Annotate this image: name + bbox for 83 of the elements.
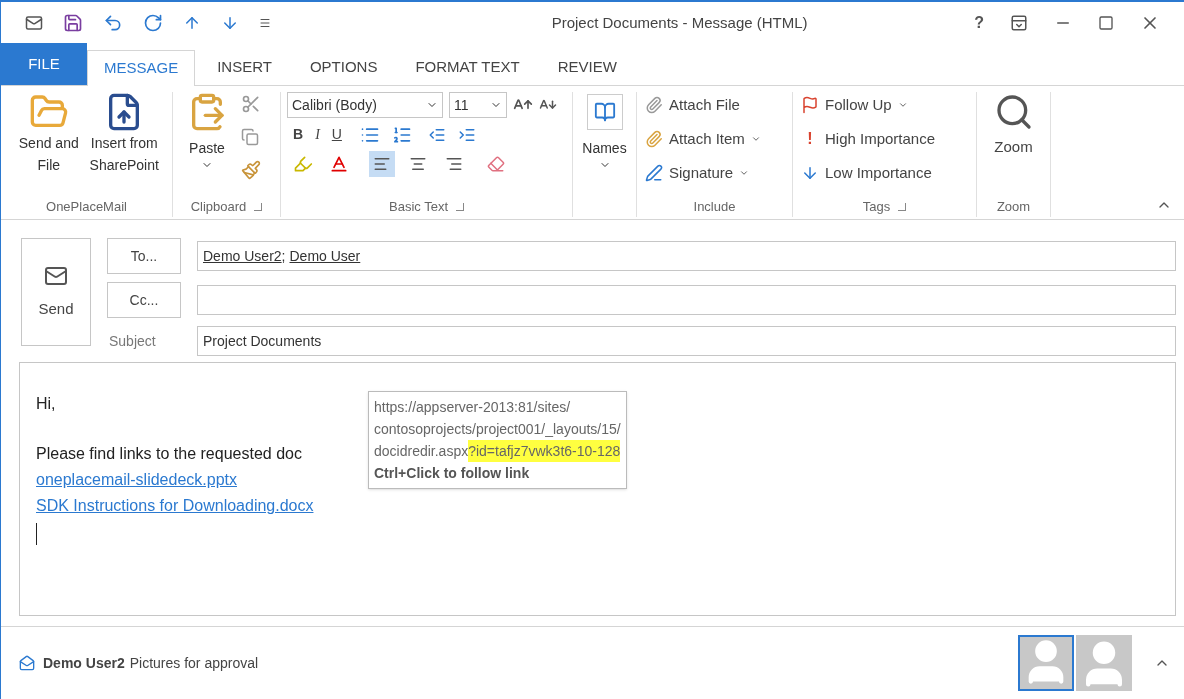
bold-button[interactable]: B: [293, 124, 304, 145]
recipient-name[interactable]: Demo User: [289, 245, 361, 267]
paperclip-icon: [645, 96, 663, 114]
redo-icon[interactable]: [143, 13, 163, 33]
insert-from-sharepoint-button[interactable]: Insert from SharePoint: [88, 92, 160, 197]
attach-item-icon: [645, 130, 663, 148]
message-icon[interactable]: [25, 14, 43, 32]
recipient-name[interactable]: Demo User2: [203, 245, 282, 267]
italic-button[interactable]: I: [315, 124, 320, 145]
subject-field[interactable]: Project Documents: [197, 326, 1176, 356]
clear-formatting-icon[interactable]: [487, 155, 505, 173]
zoom-button[interactable]: Zoom: [977, 92, 1050, 197]
group-label: OnePlaceMail: [46, 198, 127, 217]
ribbon-tab[interactable]: INSERT: [201, 49, 288, 85]
undo-icon[interactable]: [103, 13, 123, 33]
names-button[interactable]: Names: [573, 92, 636, 197]
include-item[interactable]: Attach Item: [645, 126, 784, 152]
address-book-icon: [593, 101, 616, 123]
highlighted-url-text: ?id=tafjz7vwk3t6-10-128: [468, 440, 621, 462]
help-button[interactable]: ?: [974, 11, 984, 35]
text-cursor: [36, 523, 37, 545]
dialog-launcher-icon[interactable]: [898, 203, 907, 211]
tag-item[interactable]: Low Importance: [801, 160, 968, 186]
message-subject: Pictures for approval: [129, 653, 259, 673]
sender-name: Demo User2: [43, 653, 125, 673]
group-label: Include: [693, 198, 736, 217]
greeting-text: Hi,: [36, 394, 56, 414]
body-text: Please find links to the requested doc: [36, 444, 302, 464]
group-label: Zoom: [996, 198, 1031, 217]
tooltip-url-text: contosoprojects/project001/_layouts/15/: [374, 420, 621, 439]
send-and-file-button[interactable]: Send and File: [13, 92, 85, 197]
separator: ;: [281, 246, 286, 266]
flag-icon: [801, 96, 819, 114]
ribbon-tab[interactable]: MESSAGE: [87, 50, 196, 86]
cc-button[interactable]: Cc...: [107, 282, 181, 318]
document-link[interactable]: oneplacemail-slidedeck.pptx: [36, 471, 237, 488]
cc-field[interactable]: [197, 285, 1176, 315]
window-title: Project Documents - Message (HTML): [551, 12, 808, 33]
alignment-icon: [373, 155, 391, 173]
group-label: Clipboard: [190, 198, 247, 217]
font-name-field[interactable]: Calibri (Body): [287, 92, 443, 118]
ribbon-tab[interactable]: FORMAT TEXT: [399, 49, 536, 85]
tooltip-hint: Ctrl+Click to follow link: [374, 464, 531, 483]
to-button[interactable]: To...: [107, 238, 181, 274]
ribbon-tab[interactable]: OPTIONS: [293, 49, 394, 85]
exclamation-icon: !: [801, 127, 819, 151]
alignment-icon: [409, 155, 427, 173]
envelope-icon: [19, 655, 35, 671]
paste-button[interactable]: Paste: [183, 92, 231, 197]
align-left-button[interactable]: [369, 151, 395, 177]
tag-item[interactable]: ! High Importance: [801, 126, 968, 152]
dialog-launcher-icon[interactable]: [456, 203, 464, 211]
document-link[interactable]: SDK Instructions for Downloading.docx: [36, 497, 314, 514]
font-color-icon[interactable]: [329, 154, 349, 174]
maximize-icon[interactable]: [1098, 15, 1114, 31]
tooltip-url-text: https://appserver-2013:81/sites/: [374, 398, 572, 417]
dropdown-caret-icon: [739, 168, 750, 178]
signature-icon: [645, 164, 663, 182]
include-item[interactable]: Signature: [645, 160, 784, 186]
underline-button[interactable]: U: [331, 124, 342, 145]
file-tab[interactable]: FILE: [1, 43, 87, 85]
group-label: Basic Text: [389, 198, 448, 217]
subject-label: Subject: [108, 331, 157, 351]
copy-icon[interactable]: [241, 128, 259, 146]
dropdown-caret-icon: [750, 134, 761, 144]
avatar[interactable]: [1018, 635, 1074, 691]
dialog-launcher-icon[interactable]: [254, 203, 263, 211]
dropdown-caret-icon: [897, 100, 908, 110]
tooltip-url-text: docidredir.aspx: [374, 442, 469, 461]
group-label: Tags: [862, 198, 891, 217]
include-item[interactable]: Attach File: [645, 92, 784, 118]
send-button[interactable]: Send: [21, 238, 91, 346]
font-size-field[interactable]: 11: [449, 92, 507, 118]
save-icon[interactable]: [63, 13, 83, 33]
tag-item[interactable]: Follow Up: [801, 92, 968, 118]
arrow-down-icon[interactable]: [221, 14, 239, 32]
format-painter-icon[interactable]: [241, 160, 261, 180]
cut-icon[interactable]: [241, 94, 261, 114]
to-field[interactable]: Demo User2; Demo User: [197, 241, 1176, 271]
arrow-down-icon: [801, 164, 819, 182]
ribbon-tab[interactable]: REVIEW: [541, 49, 633, 85]
alignment-icon: [445, 155, 463, 173]
customize-toolbar-icon[interactable]: [259, 17, 271, 29]
